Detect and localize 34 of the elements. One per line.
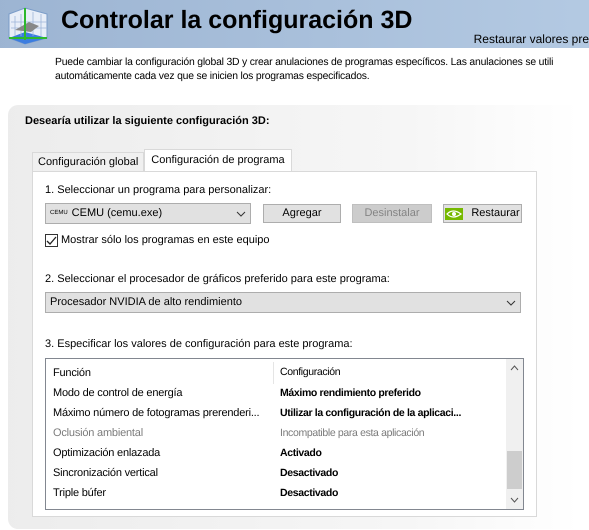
checkbox[interactable] <box>45 234 58 247</box>
gpu-dropdown[interactable]: Procesador NVIDIA de alto rendimiento <box>45 292 521 313</box>
description-text: Puede cambiar la configuración global 3D y crear anulaciones de programas específicos. Las anulaciones se utili <box>55 56 554 70</box>
step-label: 2. Seleccionar el procesador de gráficos preferido para este programa: <box>45 272 391 286</box>
setting-name[interactable]: Optimización enlazada <box>46 445 274 462</box>
setting-value[interactable]: Activado <box>274 446 322 462</box>
step-label: 3. Especificar los valores de configuración para este programa: <box>45 337 354 352</box>
column-header[interactable]: Configuración <box>274 364 340 380</box>
checkbox-label: Mostrar sólo los programas en este equipo <box>61 233 270 248</box>
scrollbar-thumb[interactable] <box>507 450 522 488</box>
setting-value[interactable]: Desactivado <box>274 486 338 502</box>
tab[interactable]: Configuración global <box>32 152 144 170</box>
column-header[interactable]: Función <box>46 362 274 384</box>
setting-value[interactable]: Utilizar la configuración de la aplicaci... <box>274 406 462 422</box>
scroll-down-icon[interactable] <box>510 496 519 502</box>
setting-name[interactable]: Modo de control de energía <box>46 385 274 402</box>
scrollbar[interactable] <box>506 358 523 508</box>
scroll-up-icon[interactable] <box>510 364 519 370</box>
description-text: automáticamente cada vez que se inicien los programas especificados. <box>55 70 370 84</box>
nvidia-eye-icon <box>445 208 464 220</box>
section-heading: Desearía utilizar la siguiente configuración 3D: <box>25 114 271 129</box>
caret-icon <box>506 300 516 306</box>
page-title: Controlar la configuración 3D <box>61 8 412 33</box>
button[interactable]: Agregar <box>263 204 341 223</box>
button[interactable]: Restaurar <box>443 204 522 223</box>
step-label: 1. Seleccionar un programa para personalizar: <box>45 182 272 198</box>
restore-link[interactable]: Restaurar valores pre <box>474 30 589 48</box>
setting-value[interactable]: Máximo rendimiento preferido <box>274 386 421 402</box>
tab[interactable]: Configuración de programa <box>144 148 292 170</box>
setting-name[interactable]: Sincronización vertical <box>46 465 274 482</box>
setting-name[interactable]: Máximo número de fotogramas prerenderi... <box>46 405 274 422</box>
caret-icon <box>236 210 246 216</box>
setting-name[interactable]: Triple búfer <box>46 485 274 502</box>
setting-value[interactable]: Desactivado <box>274 466 338 482</box>
